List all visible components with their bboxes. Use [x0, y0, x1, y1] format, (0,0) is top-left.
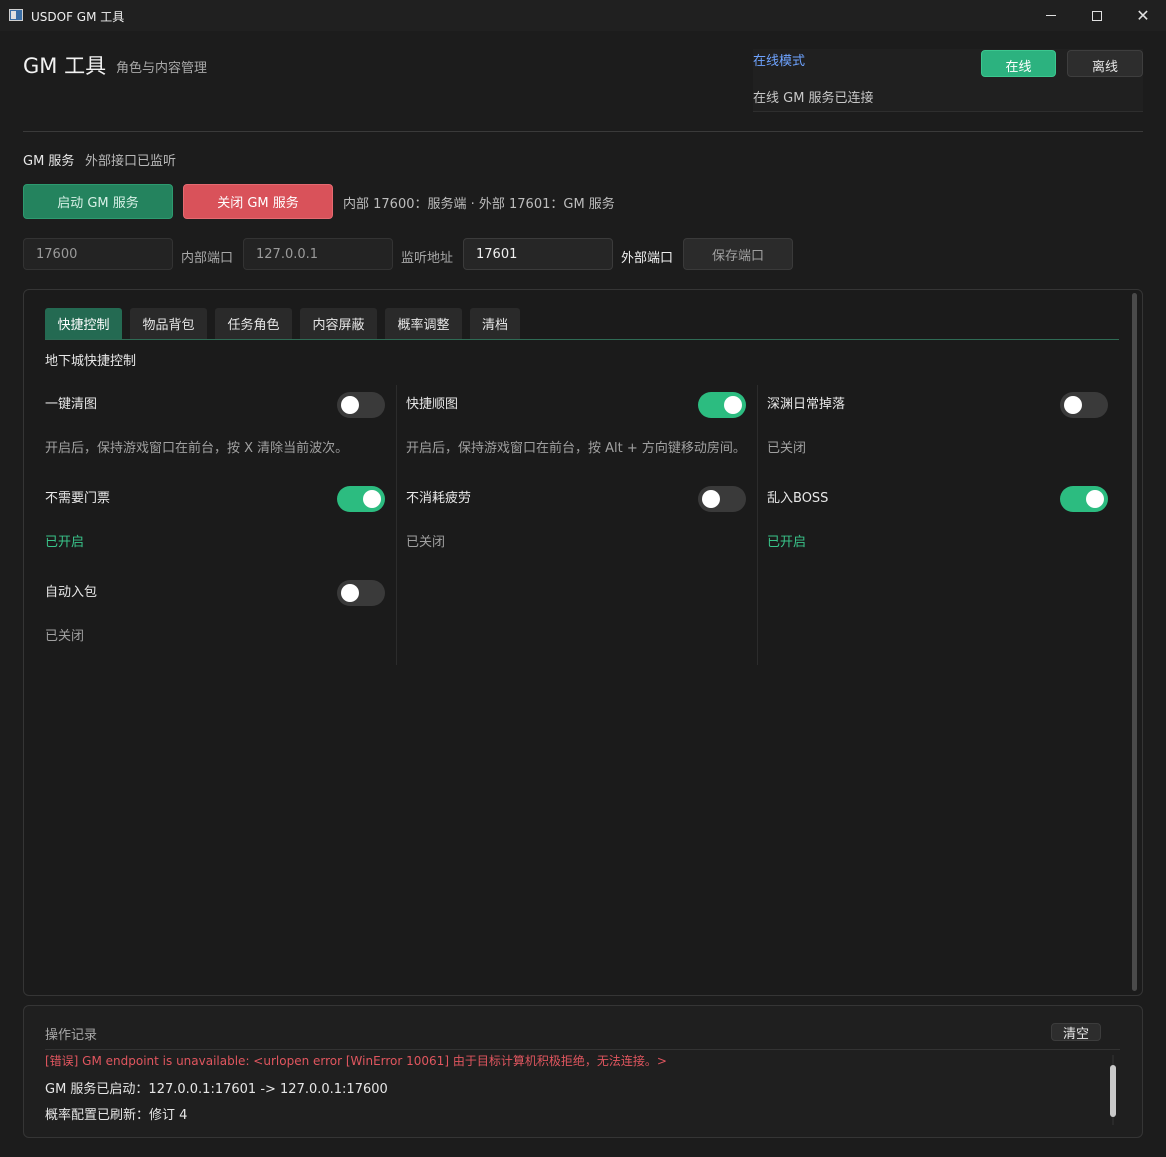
tab-underline: [45, 339, 1119, 340]
tab-quick-control[interactable]: 快捷控制: [45, 308, 122, 339]
toggle-label-abyss-drop: 深渊日常掉落: [767, 397, 846, 412]
minimize-button[interactable]: [1028, 0, 1074, 31]
external-port-label: 外部端口: [621, 251, 674, 266]
title-bar: [0, 0, 1166, 31]
service-status: 外部接口已监听: [85, 154, 177, 169]
toggle-label-no-fatigue: 不消耗疲劳: [406, 491, 472, 506]
log-line-error: [错误] GM endpoint is unavailable: <urlope…: [45, 1054, 667, 1068]
log-list: [错误] GM endpoint is unavailable: <urlope…: [45, 1050, 1105, 1128]
listen-address-input[interactable]: 127.0.0.1: [243, 238, 393, 270]
main-panel: [23, 289, 1143, 996]
close-button[interactable]: ✕: [1120, 0, 1166, 31]
tab-probability[interactable]: 概率调整: [385, 308, 462, 339]
online-mode-button[interactable]: 在线: [981, 50, 1056, 77]
offline-mode-button[interactable]: 离线: [1067, 50, 1143, 77]
toggle-label-quick-room: 快捷顺图: [406, 397, 459, 412]
log-line: 概率配置已刷新：修订 4: [45, 1108, 188, 1123]
toggle-desc-abyss-drop: 已关闭: [767, 441, 807, 456]
external-port-input[interactable]: 17601: [463, 238, 613, 270]
clear-log-button[interactable]: 清空: [1051, 1023, 1101, 1042]
internal-port-label: 内部端口: [181, 251, 234, 266]
toggle-abyss-drop[interactable]: [1060, 392, 1108, 418]
toggle-desc-no-ticket: 已开启: [45, 535, 85, 550]
maximize-icon: [1092, 10, 1102, 21]
toggle-no-ticket[interactable]: [337, 486, 385, 512]
toggle-intrude-boss[interactable]: [1060, 486, 1108, 512]
tab-clear-save[interactable]: 清档: [470, 308, 520, 339]
column-divider: [396, 385, 397, 665]
main-scrollbar[interactable]: [1132, 293, 1137, 991]
toggle-knob: [341, 584, 359, 602]
log-title: 操作记录: [45, 1028, 98, 1043]
maximize-button[interactable]: [1074, 0, 1120, 31]
window-title: USDOF GM 工具: [31, 10, 125, 24]
tab-item-bag[interactable]: 物品背包: [130, 308, 207, 339]
section-title: 地下城快捷控制: [45, 354, 137, 369]
toggle-label-one-key-clear: 一键清图: [45, 397, 98, 412]
toggle-desc-quick-room: 开启后，保持游戏窗口在前台，按 Alt + 方向键移动房间。: [406, 441, 746, 456]
app-window-icon: [9, 9, 23, 21]
toggle-knob: [341, 396, 359, 414]
toggle-no-fatigue[interactable]: [698, 486, 746, 512]
listen-address-label: 监听地址: [401, 251, 454, 266]
toggle-knob: [702, 490, 720, 508]
page-title: GM 工具: [23, 54, 107, 78]
toggle-desc-no-fatigue: 已关闭: [406, 535, 446, 550]
toggle-quick-room[interactable]: [698, 392, 746, 418]
tab-quest-character[interactable]: 任务角色: [215, 308, 292, 339]
toggle-knob: [1064, 396, 1082, 414]
column-divider: [757, 385, 758, 665]
toggle-auto-bag[interactable]: [337, 580, 385, 606]
toggle-knob: [1086, 490, 1104, 508]
tab-content-block[interactable]: 内容屏蔽: [300, 308, 377, 339]
stop-gm-service-button[interactable]: 关闭 GM 服务: [183, 184, 333, 219]
toggle-one-key-clear[interactable]: [337, 392, 385, 418]
header-divider: [23, 131, 1143, 132]
save-port-button[interactable]: 保存端口: [683, 238, 793, 270]
toggle-desc-auto-bag: 已关闭: [45, 629, 85, 644]
mode-status-text: 在线 GM 服务已连接: [753, 91, 874, 106]
toggle-label-intrude-boss: 乱入BOSS: [767, 491, 829, 506]
start-gm-service-button[interactable]: 启动 GM 服务: [23, 184, 173, 219]
minimize-icon: [1046, 15, 1056, 16]
toggle-label-no-ticket: 不需要门票: [45, 491, 111, 506]
toggle-desc-intrude-boss: 已开启: [767, 535, 807, 550]
internal-port-input[interactable]: 17600: [23, 238, 173, 270]
toggle-desc-one-key-clear: 开启后，保持游戏窗口在前台，按 X 清除当前波次。: [45, 441, 349, 456]
close-icon: ✕: [1136, 6, 1150, 25]
log-scrollbar[interactable]: [1110, 1065, 1116, 1117]
log-line: GM 服务已启动：127.0.0.1:17601 -> 127.0.0.1:17…: [45, 1082, 388, 1097]
port-info-text: 内部 17600：服务端 · 外部 17601：GM 服务: [343, 197, 615, 212]
mode-label: 在线模式: [753, 54, 806, 69]
toggle-knob: [363, 490, 381, 508]
page-subtitle: 角色与内容管理: [116, 61, 208, 76]
service-label: GM 服务: [23, 154, 75, 169]
toggle-label-auto-bag: 自动入包: [45, 585, 98, 600]
toggle-knob: [724, 396, 742, 414]
